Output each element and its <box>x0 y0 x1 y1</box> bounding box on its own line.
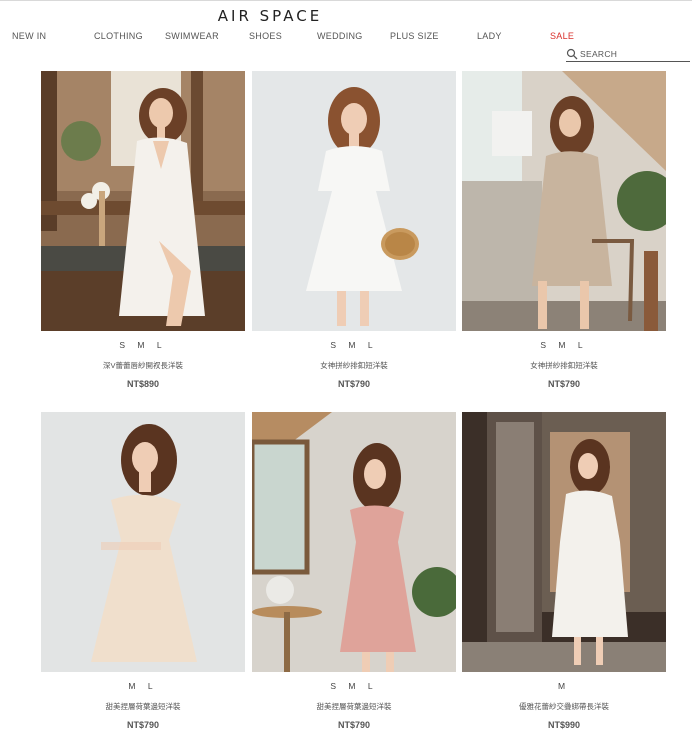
product-name[interactable]: 女神拼紗排釦短洋裝 <box>252 360 456 370</box>
brand-logo[interactable]: AIR SPACE <box>0 7 540 25</box>
product-price: NT$790 <box>126 720 160 730</box>
product-sizes: S M L <box>330 340 378 350</box>
product-price: NT$790 <box>547 379 581 389</box>
product-card[interactable]: M 優雅花蕾紗交疊綁帶長洋裝 NT$990 <box>462 412 666 730</box>
nav-swimwear[interactable]: SWIMWEAR <box>165 31 219 41</box>
product-sizes: S M L <box>330 681 378 691</box>
product-price: NT$790 <box>337 379 371 389</box>
product-card[interactable]: S M L 深V蕾蕾唇紗開衩長洋裝 NT$890 <box>41 71 245 389</box>
product-image[interactable] <box>252 412 456 672</box>
product-name[interactable]: 甜美捏層荷葉邊短洋裝 <box>41 701 245 711</box>
product-sizes: S M L <box>119 340 167 350</box>
product-image[interactable] <box>462 412 666 672</box>
nav-new-in[interactable]: NEW IN <box>12 31 46 41</box>
product-sizes: S M L <box>540 340 588 350</box>
product-sizes: M L <box>128 681 158 691</box>
product-name[interactable]: 優雅花蕾紗交疊綁帶長洋裝 <box>462 701 666 711</box>
nav-clothing[interactable]: CLOTHING <box>94 31 143 41</box>
product-image[interactable] <box>462 71 666 331</box>
product-price: NT$790 <box>337 720 371 730</box>
search-field[interactable]: SEARCH <box>566 47 690 62</box>
search-placeholder[interactable]: SEARCH <box>580 49 617 59</box>
product-price: NT$990 <box>547 720 581 730</box>
product-name[interactable]: 深V蕾蕾唇紗開衩長洋裝 <box>41 360 245 370</box>
product-card[interactable]: S M L 女神拼紗排釦短洋裝 NT$790 <box>462 71 666 389</box>
product-image[interactable] <box>252 71 456 331</box>
nav-shoes[interactable]: SHOES <box>249 31 282 41</box>
product-name[interactable]: 女神拼紗排釦短洋裝 <box>462 360 666 370</box>
search-icon[interactable] <box>566 48 578 60</box>
product-card[interactable]: S M L 甜美捏層荷葉邊短洋裝 NT$790 <box>252 412 456 730</box>
product-sizes: M <box>557 681 571 691</box>
product-card[interactable]: S M L 女神拼紗排釦短洋裝 NT$790 <box>252 71 456 389</box>
nav-wedding[interactable]: WEDDING <box>317 31 363 41</box>
product-card[interactable]: M L 甜美捏層荷葉邊短洋裝 NT$790 <box>41 412 245 730</box>
product-image[interactable] <box>41 71 245 331</box>
nav-lady[interactable]: LADY <box>477 31 502 41</box>
product-image[interactable] <box>41 412 245 672</box>
top-divider <box>0 0 692 1</box>
product-name[interactable]: 甜美捏層荷葉邊短洋裝 <box>252 701 456 711</box>
nav-plus-size[interactable]: PLUS SIZE <box>390 31 439 41</box>
product-price: NT$890 <box>126 379 160 389</box>
nav-sale[interactable]: SALE <box>550 31 574 41</box>
